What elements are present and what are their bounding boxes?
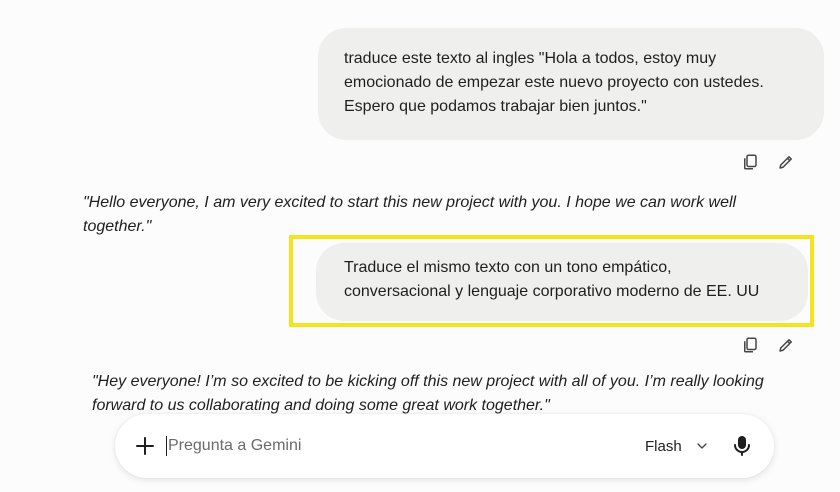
microphone-button[interactable] [730, 434, 754, 458]
plus-icon [136, 437, 154, 455]
model-selector[interactable]: Flash [645, 434, 710, 458]
highlight-box [289, 235, 814, 327]
model-label: Flash [645, 437, 682, 455]
copy-icon [744, 337, 757, 353]
edit-button[interactable] [776, 152, 796, 172]
text-caret [166, 436, 167, 456]
user-message-line: emocionado de empezar este nuevo proyect… [344, 74, 764, 91]
user-message-line: traduce este texto al ingles "Hola a tod… [344, 50, 717, 67]
prompt-input[interactable] [168, 432, 548, 460]
edit-button[interactable] [776, 335, 796, 355]
user-message-bubble: traduce este texto al ingles "Hola a tod… [318, 28, 824, 140]
pencil-icon [779, 156, 792, 169]
microphone-icon [734, 436, 750, 456]
pencil-icon [779, 339, 792, 352]
message-actions [740, 152, 796, 172]
response-line: "Hey everyone! I’m so excited to be kick… [92, 373, 764, 390]
assistant-response: "Hello everyone, I am very excited to st… [83, 191, 783, 239]
chevron-down-icon [697, 443, 707, 449]
prompt-bar: Flash [115, 414, 774, 478]
assistant-response: "Hey everyone! I’m so excited to be kick… [92, 370, 812, 418]
user-message-line: Espero que podamos trabajar bien juntos.… [344, 98, 647, 115]
response-line: "Hello everyone, I am very excited to st… [83, 194, 737, 211]
copy-icon [744, 154, 757, 170]
add-button[interactable] [133, 434, 157, 458]
copy-button[interactable] [740, 152, 760, 172]
copy-button[interactable] [740, 335, 760, 355]
message-actions [740, 335, 796, 355]
